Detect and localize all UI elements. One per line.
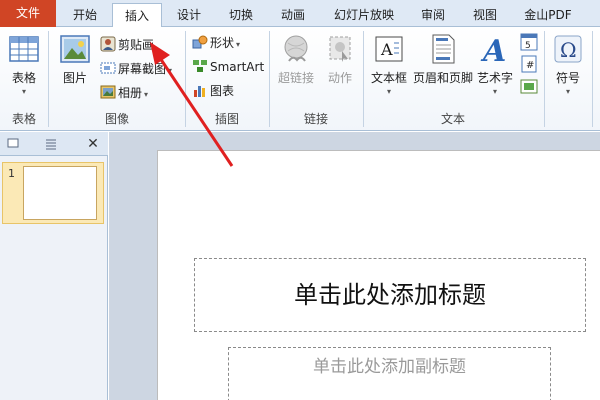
tab-transitions[interactable]: 切换 [216,3,266,27]
tab-animations[interactable]: 动画 [268,3,318,27]
slides-panel: ✕ 1 [0,132,108,400]
omega-glyph: Ω [560,38,577,62]
svg-text:5: 5 [525,41,531,51]
photo-album-icon [100,85,116,99]
slide-editing-area: 单击此处添加标题 单击此处添加副标题 [109,132,600,400]
object-icon[interactable] [520,77,538,95]
slide-thumbnail[interactable] [23,166,97,220]
group-divider [544,31,545,127]
tab-insert[interactable]: 插入 [112,3,162,28]
subtitle-placeholder[interactable]: 单击此处添加副标题 [228,347,551,400]
picture-icon [60,35,90,63]
smartart-button[interactable]: SmartArt [192,57,264,77]
tab-home[interactable]: 开始 [60,3,110,27]
table-icon [9,36,39,62]
tab-view[interactable]: 视图 [460,3,510,27]
svg-text:#: # [526,60,534,71]
slide-number-icon[interactable]: # [520,55,538,73]
header-footer-button-label: 页眉和页脚 [412,71,473,85]
group-label-illustration: 插图 [214,112,239,126]
screenshot-button-label: 屏幕截图 [118,62,167,76]
omega-icon: Ω [554,35,582,63]
group-divider [592,31,593,127]
shapes-icon [192,35,208,49]
tab-design[interactable]: 设计 [164,3,214,27]
wordart-button-label: 艺术字 [476,71,513,85]
ribbon-insert: 表格 ▾ 表格 图片 剪贴画 屏幕截图 ▾ 相册 ▾ 图像 形状 ▾ Smart… [0,27,600,131]
hyperlink-button[interactable]: 超链接 [274,31,318,107]
group-label-link: 链接 [303,112,328,126]
slides-tab-icon[interactable] [2,134,24,154]
title-placeholder[interactable]: 单击此处添加标题 [194,258,586,332]
ribbon-tab-bar: 文件 开始 插入 设计 切换 动画 幻灯片放映 审阅 视图 金山PDF [0,0,600,28]
outline-tab-icon[interactable] [40,134,62,154]
group-label-table: 表格 [11,112,36,126]
screenshot-button[interactable]: 屏幕截图 ▾ [100,59,172,79]
slide-number: 1 [8,167,15,180]
chevron-down-icon: ▾ [386,87,391,96]
chevron-down-icon: ▾ [492,87,497,96]
symbol-button-label: 符号 [555,71,580,85]
slide-canvas[interactable]: 单击此处添加标题 单击此处添加副标题 [157,150,600,400]
album-button-label: 相册 [118,86,143,100]
textbox-icon: A [375,36,403,62]
group-divider [48,31,49,127]
group-label-text: 文本 [440,112,465,126]
date-time-icon[interactable]: 5 [520,33,538,51]
textbox-glyph: A [380,40,393,59]
close-icon[interactable]: ✕ [82,134,104,154]
tab-review[interactable]: 审阅 [408,3,458,27]
shapes-button[interactable]: 形状 ▾ [192,33,240,53]
chart-icon [194,86,205,97]
chart-button[interactable]: 图表 [192,81,234,101]
clipart-icon [100,36,116,52]
action-button[interactable]: 动作 [320,31,360,107]
chart-button-label: 图表 [210,84,235,98]
header-footer-button[interactable]: 页眉和页脚 [412,31,474,107]
hyperlink-button-label: 超链接 [277,71,314,85]
chevron-down-icon: ▾ [144,90,149,99]
globe-link-icon [284,35,308,62]
slide-thumbnail-item[interactable]: 1 [2,162,104,224]
smartart-icon [193,60,207,72]
screenshot-icon [100,62,116,74]
tab-file[interactable]: 文件 [0,0,56,27]
table-button[interactable]: 表格 ▾ [4,31,44,107]
chevron-down-icon: ▾ [168,66,173,75]
picture-button[interactable]: 图片 [54,31,96,107]
chevron-down-icon: ▾ [236,40,241,49]
clipart-button[interactable]: 剪贴画 [100,35,154,55]
table-button-label: 表格 [11,71,36,85]
wordart-glyph: A [480,34,506,65]
action-button-label: 动作 [327,71,352,85]
wordart-icon: A [480,34,506,65]
clipart-button-label: 剪贴画 [118,38,155,52]
tab-kingsoft-pdf[interactable]: 金山PDF [512,3,584,27]
slides-panel-header: ✕ [0,132,108,156]
picture-button-label: 图片 [62,71,87,85]
group-label-image: 图像 [104,112,129,126]
action-icon [329,36,351,62]
chevron-down-icon: ▾ [565,87,570,96]
wordart-button[interactable]: A 艺术字 ▾ [474,31,516,107]
header-footer-icon [432,34,455,64]
textbox-button-label: 文本框 [370,71,407,85]
album-button[interactable]: 相册 ▾ [100,83,148,103]
shapes-button-label: 形状 [210,36,235,50]
smartart-button-label: SmartArt [210,60,265,74]
symbol-button[interactable]: Ω 符号 ▾ [548,31,588,107]
chevron-down-icon: ▾ [21,87,26,96]
tab-slideshow[interactable]: 幻灯片放映 [322,3,406,27]
textbox-button[interactable]: A 文本框 ▾ [368,31,410,107]
